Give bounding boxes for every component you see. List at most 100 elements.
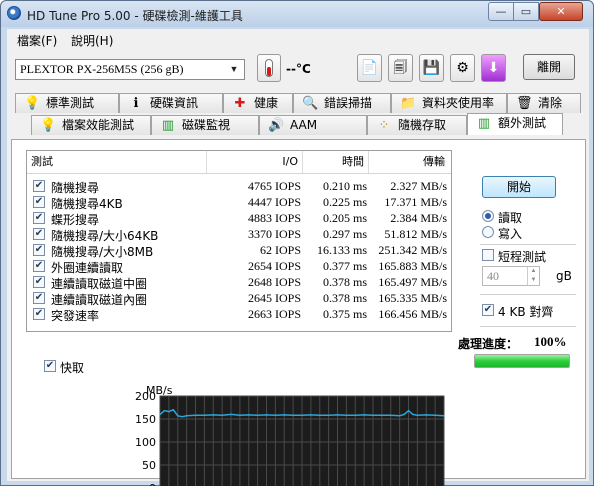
minimize-button[interactable]: — <box>488 2 514 21</box>
chart-data-point <box>265 414 268 416</box>
chart-data-point <box>345 414 348 417</box>
tab-file-benchmark[interactable]: 💡 檔案效能測試 <box>31 115 151 135</box>
copy-text-button[interactable]: 📄 <box>357 54 382 82</box>
row-io: 2648 IOPS <box>247 275 301 289</box>
header-io[interactable]: I/O <box>207 151 303 173</box>
chart-data-point <box>318 414 321 417</box>
read-radio[interactable] <box>482 210 494 222</box>
chart-data-point <box>403 413 405 416</box>
temperature-readout: --°C <box>286 62 311 76</box>
tab-erase[interactable]: 🗑 清除 <box>507 93 581 113</box>
results-table: 測試 I/O 時間 傳輸 ✔ 隨機搜尋 4765 IOPS 0.210 ms 2… <box>26 150 452 332</box>
trash-icon: 🗑 <box>516 96 533 111</box>
close-button[interactable]: ✕ <box>539 2 583 21</box>
start-button[interactable]: 開始 <box>482 176 556 198</box>
hdtune-logo-icon <box>7 6 21 20</box>
copy-screenshot-button[interactable]: 🗐 <box>388 54 413 82</box>
fast-checkbox[interactable]: ✔ <box>44 360 56 372</box>
write-label[interactable]: 寫入 <box>498 225 522 242</box>
row-time: 0.377 ms <box>322 259 367 273</box>
row-time: 0.205 ms <box>322 211 367 225</box>
copy-screenshot-icon: 🗐 <box>393 60 408 76</box>
row-checkbox[interactable]: ✔ <box>33 212 45 224</box>
options-gear-icon: ⚙ <box>456 60 469 76</box>
short-test-size-input[interactable]: 40 ▲ ▼ <box>482 266 540 286</box>
chart-data-point <box>336 414 339 416</box>
title-bar[interactable]: HD Tune Pro 5.00 - 硬碟檢測-維護工具 — ▭ ✕ <box>1 1 593 27</box>
toolbar: PLEXTOR PX-256M5S (256 gB) ▼ --°C 📄 🗐 💾 … <box>7 51 589 87</box>
extra-tests-panel: 測試 I/O 時間 傳輸 ✔ 隨機搜尋 4765 IOPS 0.210 ms 2… <box>11 139 586 486</box>
chart-data-point <box>168 410 170 413</box>
tab-extra-tests[interactable]: ▥ 額外測試 <box>467 113 563 135</box>
drive-select[interactable]: PLEXTOR PX-256M5S (256 gB) ▼ <box>15 59 245 80</box>
row-checkbox[interactable]: ✔ <box>33 260 45 272</box>
chart-data-point <box>301 414 303 417</box>
row-checkbox[interactable]: ✔ <box>33 180 45 192</box>
update-button[interactable]: ⬇ <box>481 54 506 82</box>
tab-label: 錯誤掃描 <box>324 96 373 110</box>
row-checkbox[interactable]: ✔ <box>33 276 45 288</box>
options-button[interactable]: ⚙ <box>450 54 475 82</box>
table-row: ✔ 突發速率 2663 IOPS 0.375 ms 166.456 MB/s <box>27 306 451 323</box>
align-4kb-checkbox[interactable]: ✔ <box>482 304 494 316</box>
align-4kb-label[interactable]: 4 KB 對齊 <box>498 303 553 320</box>
read-label[interactable]: 讀取 <box>498 209 522 226</box>
app-window: HD Tune Pro 5.00 - 硬碟檢測-維護工具 — ▭ ✕ 檔案(F)… <box>0 0 594 486</box>
row-checkbox[interactable]: ✔ <box>33 292 45 304</box>
table-row: ✔ 連續讀取磁道中圈 2648 IOPS 0.378 ms 165.497 MB… <box>27 274 451 291</box>
tab-random-access[interactable]: ⁘ 隨機存取 <box>367 115 467 135</box>
header-time[interactable]: 時間 <box>303 151 369 173</box>
menu-help[interactable]: 說明(H) <box>71 32 113 49</box>
row-rate: 51.812 MB/s <box>384 227 447 241</box>
disk-monitor-icon: ▥ <box>161 118 175 133</box>
chart-data-point <box>434 414 436 417</box>
short-test-checkbox[interactable] <box>482 249 494 261</box>
short-test-label[interactable]: 短程測試 <box>498 248 546 265</box>
thermometer-icon <box>265 59 273 77</box>
transfer-rate-chart: 0501001502000816243240485664MB <box>135 390 445 486</box>
tab-disk-monitor[interactable]: ▥ 磁碟監視 <box>151 115 259 135</box>
header-divider <box>27 173 451 174</box>
window-title: HD Tune Pro 5.00 - 硬碟檢測-維護工具 <box>27 9 243 23</box>
header-test[interactable]: 測試 <box>27 151 207 173</box>
tab-aam[interactable]: 🔊 AAM <box>259 115 367 135</box>
row-io: 3370 IOPS <box>247 227 301 241</box>
temperature-button[interactable] <box>257 54 281 82</box>
save-button[interactable]: 💾 <box>419 54 444 82</box>
chart-data-point <box>212 414 215 416</box>
tab-label: 標準測試 <box>46 96 95 110</box>
row-rate: 2.384 MB/s <box>390 211 447 225</box>
table-row: ✔ 隨機搜尋 4765 IOPS 0.210 ms 2.327 MB/s <box>27 178 451 195</box>
row-time: 0.375 ms <box>322 307 367 321</box>
chevron-down-icon[interactable]: ▼ <box>226 61 242 78</box>
tab-info[interactable]: ℹ 硬碟資訊 <box>119 93 223 113</box>
info-icon: ℹ <box>133 96 139 111</box>
row-checkbox[interactable]: ✔ <box>33 244 45 256</box>
progress-label: 處理進度： <box>458 337 519 351</box>
maximize-button[interactable]: ▭ <box>513 2 539 21</box>
chart-data-point <box>181 415 183 418</box>
write-radio[interactable] <box>482 226 494 238</box>
drive-select-value: PLEXTOR PX-256M5S (256 gB) <box>20 62 184 76</box>
row-checkbox[interactable]: ✔ <box>33 196 45 208</box>
tab-error-scan[interactable]: 🔍 錯誤掃描 <box>293 93 391 113</box>
tab-benchmark[interactable]: 💡 標準測試 <box>15 93 119 113</box>
chart-data-point <box>310 414 312 416</box>
tab-folder-usage[interactable]: 📁 資料夾使用率 <box>391 93 507 113</box>
tab-health[interactable]: ✚ 健康 <box>223 93 293 113</box>
health-cross-icon: ✚ <box>234 96 246 111</box>
extra-tests-icon: ▥ <box>477 116 491 131</box>
chart-y-tick-label: 0 <box>149 482 156 486</box>
menu-file[interactable]: 檔案(F) <box>17 32 57 49</box>
chart-data-point <box>176 414 179 417</box>
fast-label[interactable]: 快取 <box>60 359 84 376</box>
exit-button[interactable]: 離開 <box>523 54 575 80</box>
row-time: 0.210 ms <box>322 179 367 193</box>
row-checkbox[interactable]: ✔ <box>33 308 45 320</box>
header-rate[interactable]: 傳輸 <box>369 151 451 173</box>
tab-label: 清除 <box>538 96 563 110</box>
chart-data-point <box>327 414 330 417</box>
spinner-arrows-icon[interactable]: ▲ ▼ <box>527 267 539 285</box>
row-checkbox[interactable]: ✔ <box>33 228 45 240</box>
magnifier-icon: 🔍 <box>302 96 319 111</box>
